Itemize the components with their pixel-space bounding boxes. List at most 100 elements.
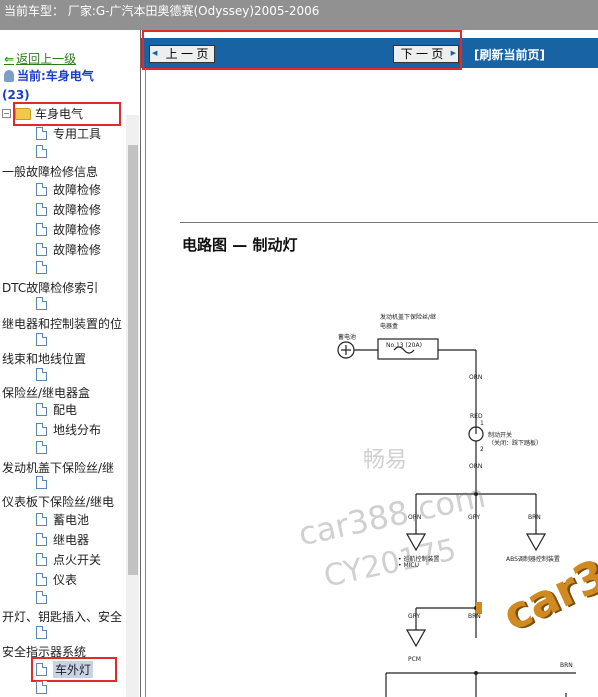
fuse-box-label: 发动机盖下保险丝/继电器盒 (380, 314, 437, 330)
tree-item-label: 专用工具 (53, 127, 102, 141)
highlight-box-nav (142, 30, 462, 70)
pin-label: 2 (480, 446, 484, 453)
document-icon (36, 591, 47, 604)
wire-label: BRN (468, 613, 481, 620)
tree-item[interactable]: 地线分布 (36, 421, 101, 438)
tree-item-label: 保险丝/继电器盒 (2, 386, 91, 400)
tree-item[interactable] (36, 476, 53, 489)
pcm-label: PCM (408, 656, 421, 663)
highlight-box-selected (31, 657, 117, 682)
tree-item[interactable]: 开灯、钥匙插入、安全 (2, 608, 122, 625)
document-icon (36, 681, 47, 694)
tree-item[interactable]: 仪表 (36, 571, 77, 588)
tree-item[interactable]: 点火开关 (36, 551, 101, 568)
highlight-box-root (13, 102, 121, 126)
current-section: 当前:车身电气 (4, 67, 94, 84)
tree-item-label: 一般故障检修信息 (2, 165, 99, 179)
tree-item-label: 故障检修 (53, 223, 102, 237)
tree-item[interactable]: 故障检修 (36, 241, 101, 258)
document-icon (36, 368, 47, 381)
back-link-label: 返回上一级 (16, 52, 77, 66)
tree-item-label: 故障检修 (53, 183, 102, 197)
wire-label: GRY (408, 613, 421, 620)
tree-item[interactable]: 配电 (36, 401, 77, 418)
sidebar-scrollbar-thumb[interactable] (128, 145, 138, 575)
tree-item[interactable]: DTC故障检修索引 (2, 279, 98, 296)
tree-item[interactable]: 保险丝/继电器盒 (2, 384, 90, 401)
tree-item[interactable]: 继电器和控制装置的位 (2, 315, 122, 332)
content-pane: 上 一 页 下 一 页 [刷新当前页] 电路图 — 制动灯 (140, 30, 598, 697)
tree-item[interactable]: 专用工具 (36, 125, 101, 142)
tree-item-label: DTC故障检修索引 (2, 281, 99, 295)
tree-item-label: 开灯、钥匙插入、安全 (2, 610, 123, 624)
tree-item[interactable]: 故障检修 (36, 221, 101, 238)
tree-item[interactable]: 仪表板下保险丝/继电 (2, 493, 114, 510)
tree-item[interactable] (36, 368, 53, 381)
fuse-label: No.13 (20A) (386, 342, 422, 349)
document-icon (36, 223, 47, 236)
document-icon (36, 441, 47, 454)
tree-item[interactable] (36, 261, 53, 274)
wire-label: RED (470, 413, 483, 420)
tree-item-label: 地线分布 (53, 423, 102, 437)
tree-item-label: 继电器和控制装置的位 (2, 317, 123, 331)
tree-item[interactable] (36, 145, 53, 158)
battery-label: 蓄电池 (338, 334, 357, 341)
back-link[interactable]: ⇐ 返回上一级 (4, 50, 76, 67)
document-icon (36, 145, 47, 158)
document-icon (36, 261, 47, 274)
tree-item[interactable] (36, 626, 53, 639)
document-icon (36, 183, 47, 196)
tree-item[interactable] (36, 297, 53, 310)
document-icon (36, 203, 47, 216)
document-icon (36, 476, 47, 489)
document-icon (36, 297, 47, 310)
tree-item[interactable] (36, 441, 53, 454)
tree-item-label: 线束和地线位置 (2, 352, 87, 366)
document-icon (36, 573, 47, 586)
location-pin-icon (4, 70, 14, 82)
tree-item-label: 点火开关 (53, 553, 102, 567)
tree-item[interactable]: 故障检修 (36, 201, 101, 218)
tree-item-label: 蓄电池 (53, 513, 90, 527)
tree-item[interactable]: 继电器 (36, 531, 89, 548)
tree-item[interactable] (36, 333, 53, 346)
document-icon (36, 127, 47, 140)
arrow-left-icon: ⇐ (4, 52, 15, 66)
refresh-page-link[interactable]: [刷新当前页] (474, 46, 545, 63)
current-section-label: 当前:车身电气 (17, 69, 94, 83)
document-icon (36, 513, 47, 526)
wire-label: BRN (560, 662, 573, 669)
tree-item[interactable]: 故障检修 (36, 181, 101, 198)
tree-item[interactable]: 发动机盖下保险丝/继 (2, 459, 114, 476)
watermark-text: 畅易 (363, 448, 408, 473)
item-count: (23) (2, 88, 30, 102)
document-icon (36, 423, 47, 436)
document-icon (36, 243, 47, 256)
wire-label: BRN (528, 514, 541, 521)
tree-item-label: 仪表 (53, 573, 78, 587)
tree-item-label: 故障检修 (53, 243, 102, 257)
document-icon (36, 403, 47, 416)
wire-label: ORN (469, 374, 483, 381)
tree-item-label: 发动机盖下保险丝/继 (2, 461, 115, 475)
document-icon (36, 626, 47, 639)
tree-item[interactable] (36, 591, 53, 604)
tree-item[interactable]: 线束和地线位置 (2, 350, 86, 367)
collapse-icon[interactable]: − (2, 109, 11, 118)
tree-item-label: 故障检修 (53, 203, 102, 217)
brake-switch-note: （关闭：踩下踏板） (488, 440, 543, 447)
tree-item[interactable]: 一般故障检修信息 (2, 163, 98, 180)
tree-item[interactable] (36, 681, 53, 694)
sidebar-tree: ⇐ 返回上一级 当前:车身电气 (23) − 车身电气 专用工具 一般故障检修信息… (0, 30, 140, 697)
current-model-text: 当前车型： 厂家:G-广汽本田奥德赛(Odyssey)2005-2006 (4, 4, 320, 18)
pin-label: 1 (480, 420, 484, 427)
document-icon (36, 553, 47, 566)
document-icon (36, 533, 47, 546)
tree-item-label: 继电器 (53, 533, 90, 547)
document-icon (36, 333, 47, 346)
tree-item[interactable]: 蓄电池 (36, 511, 89, 528)
tree-item-label: 仪表板下保险丝/继电 (2, 495, 115, 509)
current-model-bar: 当前车型： 厂家:G-广汽本田奥德赛(Odyssey)2005-2006 (0, 0, 598, 30)
abs-unit-label: ABS调制器控制装置 (506, 556, 560, 563)
